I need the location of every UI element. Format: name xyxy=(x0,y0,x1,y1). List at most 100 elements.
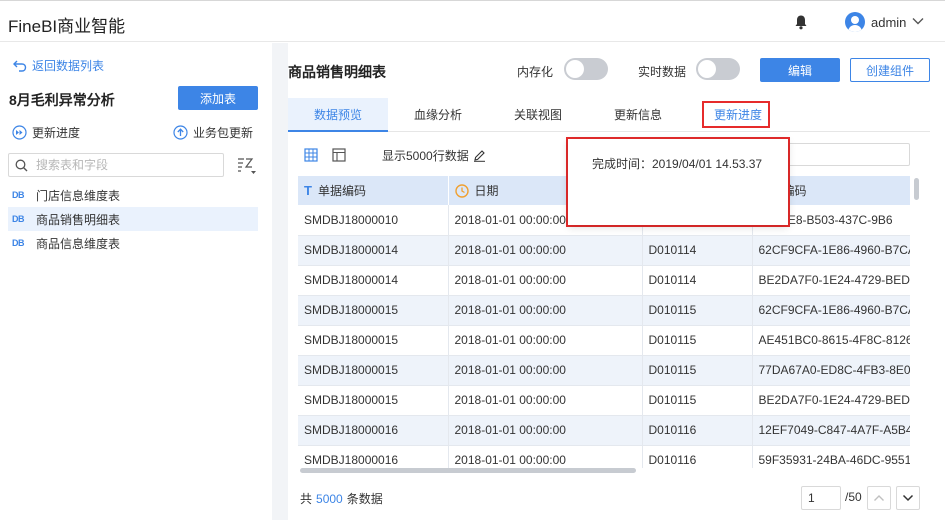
table-search-box[interactable] xyxy=(8,153,224,177)
layout-view-icon[interactable] xyxy=(332,148,346,162)
tab-update-info[interactable]: 更新信息 xyxy=(588,98,688,132)
upload-circle-icon xyxy=(173,125,188,140)
table-cell: SMDBJ18000016 xyxy=(298,445,449,468)
table-title: 商品销售明细表 xyxy=(288,64,386,80)
table-cell: 59F35931-24BA-46DC-9551 xyxy=(752,445,910,468)
total-count: 5000 xyxy=(316,492,343,506)
bell-icon[interactable] xyxy=(794,14,808,30)
memory-toggle[interactable] xyxy=(564,58,608,80)
table-cell: 62CF9CFA-1E86-4960-B7CA xyxy=(752,235,910,266)
table-row: SMDBJ18000015 2018-01-01 00:00:00 D010115 7… xyxy=(298,355,910,386)
back-link-label: 返回数据列表 xyxy=(32,59,105,73)
update-package-link[interactable]: 业务包更新 xyxy=(173,124,253,141)
column-header-label: 单据编码 xyxy=(317,184,366,198)
update-package-label: 业务包更新 xyxy=(193,126,254,140)
table-cell: 62CF9CFA-1E86-4960-B7CA xyxy=(752,295,910,326)
table-list-item-label: 门店信息维度表 xyxy=(36,188,121,203)
table-cell: 2018-01-01 00:00:00 xyxy=(448,295,643,326)
chevron-down-icon[interactable] xyxy=(912,16,924,26)
next-page-button[interactable] xyxy=(896,486,920,510)
tab-bar: 数据预览 血缘分析 关联视图 更新信息 更新进度 xyxy=(288,98,930,132)
table-cell: SMDBJ18000015 xyxy=(298,325,449,356)
table-list-item[interactable]: DB 商品销售明细表 xyxy=(8,207,258,231)
table-cell: D010115 xyxy=(642,355,753,386)
database-table-icon: DB xyxy=(12,214,25,224)
grid-view-icon[interactable] xyxy=(304,148,318,162)
pencil-edit-icon[interactable] xyxy=(473,149,486,162)
table-cell: D010116 xyxy=(642,415,753,446)
completion-time-text: 完成时间：2019/04/01 14.53.37 xyxy=(592,157,763,171)
horizontal-scrollbar[interactable] xyxy=(300,468,636,473)
table-cell: D010116 xyxy=(642,445,753,468)
table-cell: 2018-01-01 00:00:00 xyxy=(448,445,643,468)
clock-icon xyxy=(454,183,469,198)
table-cell: SMDBJ18000016 xyxy=(298,415,449,446)
table-list-item[interactable]: DB 商品信息维度表 xyxy=(8,231,258,255)
table-cell: SMDBJ18000014 xyxy=(298,265,449,296)
memory-label: 内存化 xyxy=(517,65,554,79)
update-progress-link[interactable]: 更新进度 xyxy=(12,124,80,141)
previous-page-button[interactable] xyxy=(867,486,891,510)
package-name: 8月毛利异常分析 xyxy=(9,92,115,108)
table-row: SMDBJ18000015 2018-01-01 00:00:00 D010115 6… xyxy=(298,295,910,326)
edit-button[interactable]: 编辑 xyxy=(760,58,840,82)
vertical-scrollbar[interactable] xyxy=(914,178,919,200)
table-list-item-label: 商品销售明细表 xyxy=(36,212,121,227)
top-bar: FineBI商业智能 admin xyxy=(0,0,945,42)
table-cell: SMDBJ18000015 xyxy=(298,355,449,386)
column-header[interactable]: T 单据编码 xyxy=(298,176,449,205)
table-list-item-label: 商品信息维度表 xyxy=(36,236,121,251)
table-row: SMDBJ18000016 2018-01-01 00:00:00 D010116 1… xyxy=(298,415,910,446)
table-cell: SMDBJ18000010 xyxy=(298,205,449,236)
total-records-text: 共 5000 条数据 xyxy=(300,490,383,507)
table-cell: 2018-01-01 00:00:00 xyxy=(448,385,643,416)
table-cell: D010114 xyxy=(642,265,753,296)
table-cell: D010115 xyxy=(642,325,753,356)
table-cell: 2018-01-01 00:00:00 xyxy=(448,325,643,356)
app-title: FineBI商业智能 xyxy=(8,17,126,36)
page-total: /50 xyxy=(845,490,862,504)
page-number-input[interactable] xyxy=(801,486,841,510)
chevron-down-icon xyxy=(902,494,914,502)
table-search-input[interactable] xyxy=(36,158,216,172)
total-suffix: 条数据 xyxy=(346,492,383,506)
table-cell: SMDBJ18000014 xyxy=(298,235,449,266)
update-progress-popover: 完成时间：2019/04/01 14.53.37 xyxy=(566,137,790,227)
create-component-button[interactable]: 创建组件 xyxy=(850,58,930,82)
left-panel: 返回数据列表 8月毛利异常分析 添加表 更新进度 业务包更新 DB 门店信息维度表… xyxy=(0,43,272,520)
update-progress-label: 更新进度 xyxy=(32,126,81,140)
table-row: SMDBJ18000015 2018-01-01 00:00:00 D010115 B… xyxy=(298,385,910,416)
show-rows-control[interactable]: 显示5000行数据 xyxy=(382,147,486,164)
sort-icon[interactable] xyxy=(236,156,258,176)
add-table-button[interactable]: 添加表 xyxy=(178,86,258,110)
table-cell: 2018-01-01 00:00:00 xyxy=(448,265,643,296)
table-cell: 12EF7049-C847-4A7F-A5B4 xyxy=(752,415,910,446)
update-progress-highlight-box xyxy=(702,101,770,128)
table-cell: 2018-01-01 00:00:00 xyxy=(448,235,643,266)
table-cell: SMDBJ18000015 xyxy=(298,385,449,416)
table-cell: 2018-01-01 00:00:00 xyxy=(448,415,643,446)
table-list: DB 门店信息维度表 DB 商品销售明细表 DB 商品信息维度表 xyxy=(8,183,258,255)
back-to-data-list-link[interactable]: 返回数据列表 xyxy=(13,57,104,74)
chevron-up-icon xyxy=(874,495,884,501)
table-cell: BE2DA7F0-1E24-4729-BED3 xyxy=(752,385,910,416)
tab-lineage-analysis[interactable]: 血缘分析 xyxy=(388,98,488,132)
table-cell: 2018-01-01 00:00:00 xyxy=(448,355,643,386)
table-cell: SMDBJ18000015 xyxy=(298,295,449,326)
return-arrow-icon xyxy=(13,60,27,72)
table-cell: AE451BC0-8615-4F8C-8126 xyxy=(752,325,910,356)
table-row: SMDBJ18000014 2018-01-01 00:00:00 D010114 6… xyxy=(298,235,910,266)
table-cell: D010115 xyxy=(642,295,753,326)
realtime-toggle[interactable] xyxy=(696,58,740,80)
table-row: SMDBJ18000016 2018-01-01 00:00:00 D010116 5… xyxy=(298,445,910,468)
user-avatar[interactable] xyxy=(845,12,865,32)
database-table-icon: DB xyxy=(12,190,25,200)
user-name[interactable]: admin xyxy=(871,15,906,30)
table-list-item[interactable]: DB 门店信息维度表 xyxy=(8,183,258,207)
field-search-box[interactable] xyxy=(785,143,910,166)
table-row: SMDBJ18000015 2018-01-01 00:00:00 D010115 A… xyxy=(298,325,910,356)
tab-data-preview[interactable]: 数据预览 xyxy=(288,98,388,132)
show-rows-label: 显示5000行数据 xyxy=(382,149,469,163)
tab-relation-view[interactable]: 关联视图 xyxy=(488,98,588,132)
search-icon xyxy=(15,159,28,171)
